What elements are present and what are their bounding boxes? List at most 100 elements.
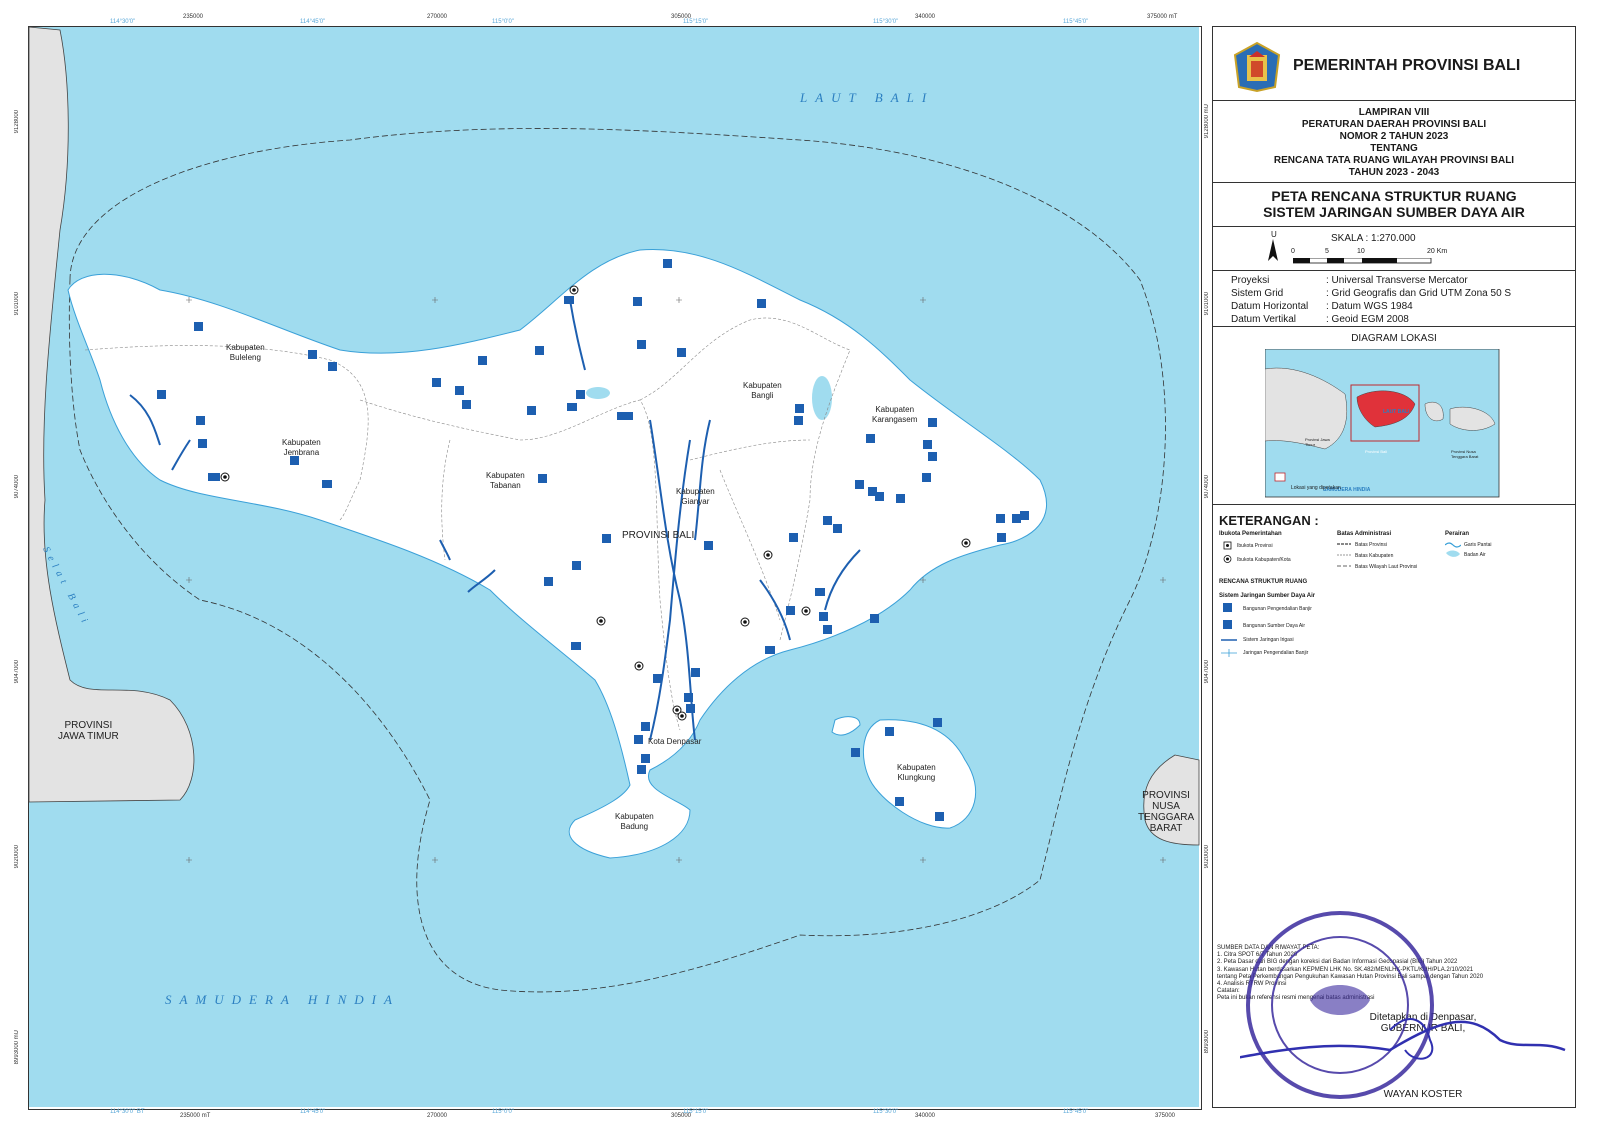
legend-rencana-heading: RENCANA STRUKTUR RUANG [1219,579,1308,585]
tick-top-geo-6: 115°45'0" [1063,19,1089,25]
capital-legend-icon [1223,541,1232,563]
tick-bottom-5: 375000 [1155,1113,1176,1119]
tick-bottom-geo-3: 115°0'0" [492,1109,514,1115]
place-tabanan: Kabupaten Tabanan [486,471,525,490]
tick-right-1: 9128000 mU [1204,104,1210,139]
legend-badan-air: Badan Air [1464,552,1486,558]
tick-bottom-geo-5: 115°30'0" [873,1109,899,1115]
boundary-legend-icon [1337,543,1351,567]
tick-bottom-4: 340000 [915,1113,936,1119]
tick-top-geo-2: 114°45'0" [300,19,326,25]
tick-top-4: 340000 [915,14,936,20]
government-title: PEMERINTAH PROVINSI BALI [1293,57,1521,74]
regulation-line: NOMOR 2 TAHUN 2023 [1339,131,1449,142]
legend-perairan-heading: Perairan [1445,531,1470,537]
tick-top-geo-1: 114°30'0" [110,19,136,25]
inset-map [1265,349,1500,498]
sea-label-south: SAMUDERA HINDIA [165,992,400,1007]
legend-ibukota-provinsi: Ibukota Provinsi [1237,543,1273,549]
legend-title: KETERANGAN : [1219,513,1319,528]
tick-right-2: 9101000 [1204,292,1210,316]
legend-sistem-heading: Sistem Jaringan Sumber Daya Air [1219,593,1316,599]
tick-bottom-geo-2: 114°45'0" [300,1109,326,1115]
scale-tick-5: 5 [1325,248,1329,255]
tick-top-5: 375000 mT [1147,14,1178,20]
water-legend-icon [1445,542,1461,557]
tick-top-1: 235000 [183,14,204,20]
tick-right-5: 9020000 [1204,845,1210,869]
water-system-legend-icon [1221,603,1237,657]
legend-batas-kabupaten: Batas Kabupaten [1355,553,1394,559]
government-header: PEMERINTAH PROVINSI BALI [1213,27,1575,101]
north-arrow-icon [1268,239,1278,261]
place-klungkung: Kabupaten Klungkung [897,763,936,782]
scale-text: SKALA : 1:270.000 [1331,233,1416,244]
place-jembrana: Kabupaten Jembrana [282,438,321,457]
place-provinsi-bali: PROVINSI BALI [622,530,695,541]
place-jatim: PROVINSI JAWA TIMUR [58,720,119,742]
map-title: PETA RENCANA STRUKTUR RUANG SISTEM JARIN… [1213,183,1575,227]
regulation-line: TENTANG [1370,143,1418,154]
tick-bottom-geo-6: 115°45'0" [1063,1109,1089,1115]
tick-bottom-geo-1: 114°30'0" BT [110,1109,145,1115]
tick-top-geo-4: 115°15'0" [683,19,709,25]
projection-row: Proyeksi: Universal Transverse Mercator [1231,275,1468,286]
tick-left-6: 8993000 mU [14,1030,20,1065]
map-title-line-2: SISTEM JARINGAN SUMBER DAYA AIR [1263,204,1525,220]
tick-bottom-1: 235000 mT [180,1113,211,1119]
inset-jatim-label: Provinsi Jawa Timur [1305,437,1330,447]
lake-batur [812,376,832,420]
projection-block: Proyeksi: Universal Transverse Mercator … [1213,271,1575,327]
scale-tick-0: 0 [1291,248,1295,255]
lake-bratan [586,387,610,399]
diagram-title: DIAGRAM LOKASI [1351,333,1437,344]
legend-batas-laut: Batas Wilayah Laut Provinsi [1355,564,1418,570]
north-arrow-label: U [1271,230,1277,239]
place-bangli: Kabupaten Bangli [743,381,782,400]
place-badung: Kabupaten Badung [615,812,654,831]
scale-tick-10: 10 [1357,248,1365,255]
legend-block: KETERANGAN : Ibukota Pemerintahan Ibukot… [1213,505,1575,935]
regulation-line: TAHUN 2023 - 2043 [1348,167,1440,178]
location-diagram: DIAGRAM LOKASI LAUT BALI SAMUDERA HINDIA… [1213,327,1575,505]
regulation-block: LAMPIRAN VIII PERATURAN DAERAH PROVINSI … [1213,101,1575,183]
legend-ibukota-kabupaten: Ibukota Kabupaten/Kota [1237,557,1291,563]
tick-left-1: 9128000 [14,110,20,134]
legend-pengendalian-banjir: Bangunan Pengendalian Banjir [1243,606,1312,612]
tick-left-2: 9101000 [14,292,20,316]
legend-ibukota-heading: Ibukota Pemerintahan [1219,531,1282,537]
tick-bottom-geo-4: 115°15'0" [683,1109,709,1115]
place-ntb: PROVINSI NUSA TENGGARA BARAT [1138,790,1195,834]
tick-left-3: 9074000 [14,475,20,499]
legend-jaringan-banjir: Jaringan Pengendalian Banjir [1243,650,1309,656]
legend-jaringan-irigasi: Sistem Jaringan Irigasi [1243,637,1294,643]
scale-tick-20: 20 Km [1427,248,1448,255]
regulation-line: LAMPIRAN VIII [1358,107,1430,118]
projection-row: Sistem Grid: Grid Geografis dan Grid UTM… [1231,288,1512,299]
map-title-line-1: PETA RENCANA STRUKTUR RUANG [1271,188,1517,204]
tick-left-4: 9047000 [14,660,20,684]
place-karangasem: Kabupaten Karangasem [872,405,918,424]
inset-bali-label: Provinsi Bali [1365,449,1388,454]
sea-label-north: LAUT BALI [800,90,935,105]
inset-laut-label: LAUT BALI [1383,409,1410,415]
tick-right-6: 8993000 [1204,1030,1210,1054]
place-buleleng: Kabupaten Buleleng [226,343,265,362]
tick-right-4: 9047000 [1204,660,1210,684]
tick-top-2: 270000 [427,14,448,20]
tick-top-geo-5: 115°30'0" [873,19,899,25]
tick-top-geo-3: 115°0'0" [492,19,514,25]
place-gianyar: Kabupaten Gianyar [676,487,715,506]
inset-box-label: Lokasi yang dipetakan [1291,485,1341,491]
tick-bottom-2: 270000 [427,1113,448,1119]
inset-ntb-label: Provinsi Nusa Tenggara Barat [1451,449,1479,459]
legend-batas-heading: Batas Administrasi [1337,531,1392,537]
scale-bar [1293,258,1432,264]
legend-batas-provinsi: Batas Provinsi [1355,542,1387,548]
scale-block: U SKALA : 1:270.000 0 5 10 20 Km [1213,227,1575,271]
official-stamp [1240,911,1566,1099]
legend-garis-pantai: Garis Pantai [1464,542,1492,548]
regulation-line: RENCANA TATA RUANG WILAYAH PROVINSI BALI [1273,155,1515,166]
tick-left-5: 9020000 [14,845,20,869]
place-denpasar: Kota Denpasar [648,737,702,746]
